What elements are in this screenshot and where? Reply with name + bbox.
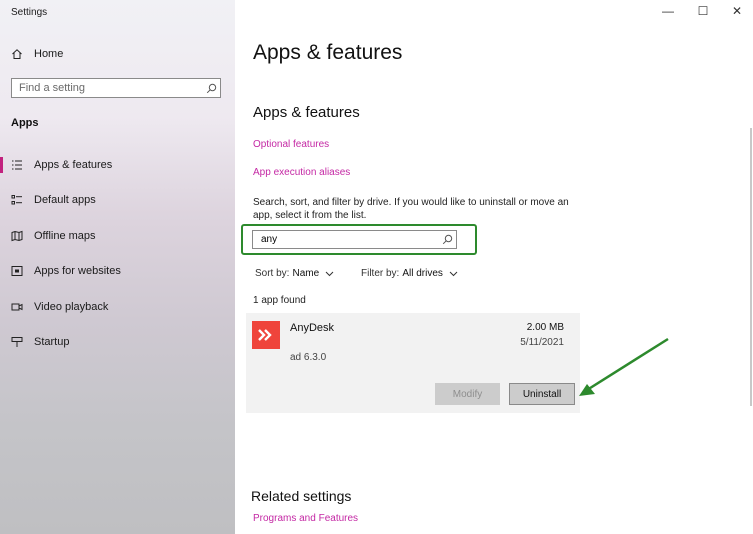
sidebar: Settings Home Apps Apps & features Defau…	[0, 0, 235, 534]
optional-features-link[interactable]: Optional features	[253, 139, 329, 150]
sidebar-section-label: Apps	[11, 117, 39, 129]
filter-dropdown[interactable]: Filter by: All drives	[361, 268, 458, 279]
map-icon	[10, 230, 24, 242]
apps-found-count: 1 app found	[253, 295, 306, 306]
programs-and-features-link[interactable]: Programs and Features	[253, 513, 358, 524]
default-apps-icon	[10, 194, 24, 206]
sort-label: Sort by:	[255, 268, 290, 279]
sidebar-item-startup[interactable]: Startup	[0, 331, 235, 353]
sort-dropdown[interactable]: Sort by: Name	[255, 268, 334, 279]
sidebar-item-label: Video playback	[34, 301, 109, 313]
filter-label: Filter by:	[361, 268, 400, 279]
chevron-down-icon	[325, 271, 334, 277]
sidebar-item-home[interactable]: Home	[0, 43, 235, 65]
page-title: Apps & features	[253, 41, 403, 64]
anydesk-logo-icon	[252, 321, 280, 349]
window-link-icon	[10, 265, 24, 277]
app-size: 2.00 MB	[526, 322, 564, 333]
related-settings-heading: Related settings	[251, 488, 352, 504]
list-icon	[10, 159, 24, 171]
sidebar-item-label: Apps & features	[34, 159, 113, 171]
sidebar-item-label: Apps for websites	[34, 265, 121, 277]
app-search-input[interactable]	[253, 233, 438, 246]
modify-button[interactable]: Modify	[435, 383, 500, 405]
sidebar-item-video-playback[interactable]: Video playback	[0, 296, 235, 318]
main-content: Apps & features Apps & features Optional…	[235, 0, 753, 534]
app-list-item[interactable]: AnyDesk 2.00 MB 5/11/2021 ad 6.3.0 Modif…	[246, 313, 580, 413]
find-setting-search[interactable]	[11, 78, 221, 98]
sidebar-item-label: Offline maps	[34, 230, 96, 242]
sidebar-item-apps-features[interactable]: Apps & features	[0, 154, 235, 176]
search-icon[interactable]	[438, 234, 456, 245]
sidebar-item-offline-maps[interactable]: Offline maps	[0, 225, 235, 247]
app-install-date: 5/11/2021	[520, 337, 564, 348]
sidebar-item-apps-for-websites[interactable]: Apps for websites	[0, 260, 235, 282]
chevron-down-icon	[449, 271, 458, 277]
sidebar-item-label: Startup	[34, 336, 70, 348]
scrollbar[interactable]	[750, 128, 752, 406]
video-icon	[10, 301, 24, 313]
search-icon[interactable]	[202, 83, 220, 94]
app-list-search[interactable]	[252, 230, 457, 249]
sort-value: Name	[292, 268, 320, 279]
section-title: Apps & features	[253, 104, 360, 121]
app-name: AnyDesk	[290, 322, 335, 334]
app-execution-aliases-link[interactable]: App execution aliases	[253, 167, 350, 178]
home-icon	[10, 48, 24, 60]
sidebar-item-label: Home	[34, 48, 64, 60]
sidebar-item-default-apps[interactable]: Default apps	[0, 189, 235, 211]
window-title: Settings	[11, 7, 48, 18]
annotation-arrow-icon	[579, 337, 669, 396]
sidebar-item-label: Default apps	[34, 194, 96, 206]
filter-value: All drives	[402, 268, 443, 279]
startup-icon	[10, 336, 24, 348]
app-version: ad 6.3.0	[290, 352, 327, 363]
find-setting-input[interactable]	[12, 81, 202, 95]
description-text: Search, sort, and filter by drive. If yo…	[253, 197, 569, 221]
